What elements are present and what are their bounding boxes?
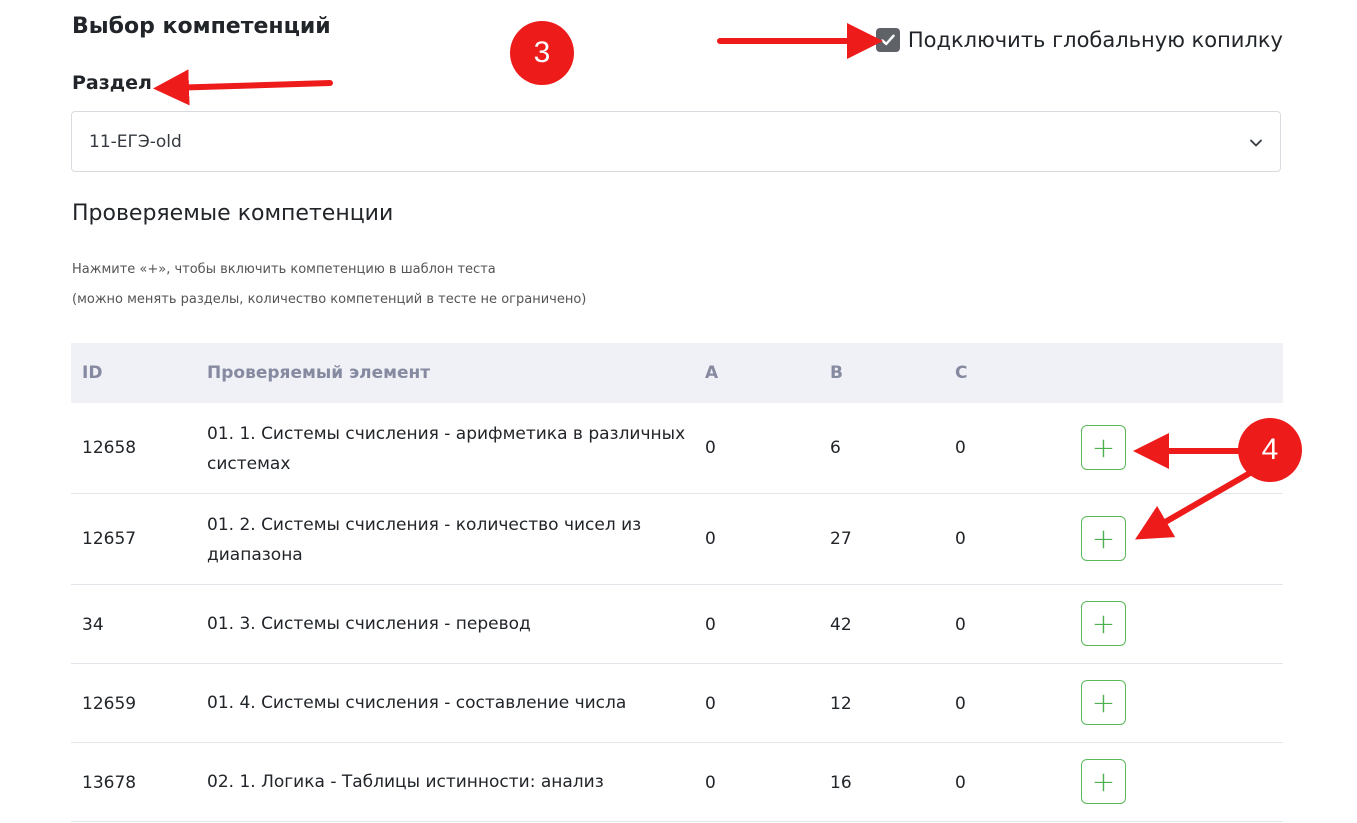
col-a: A	[705, 363, 719, 383]
plus-icon: +	[1091, 606, 1116, 640]
table-row: 34 01. 3. Системы счисления - перевод 0 …	[71, 585, 1283, 664]
check-icon	[881, 34, 895, 46]
row-c: 0	[955, 694, 966, 714]
arrow-to-section-label	[153, 69, 333, 106]
annotation-marker-3: 3	[510, 21, 574, 85]
plus-icon: +	[1091, 430, 1116, 464]
add-competency-button[interactable]: +	[1081, 759, 1126, 804]
row-a: 0	[705, 529, 716, 549]
global-bank-label: Подключить глобальную копилку	[907, 28, 1283, 52]
table-row: 12658 01. 1. Системы счисления - арифмет…	[71, 403, 1283, 494]
col-c: C	[955, 363, 968, 383]
add-competency-button[interactable]: +	[1081, 425, 1126, 470]
col-id: ID	[82, 363, 103, 383]
row-c: 0	[955, 529, 966, 549]
col-b: B	[830, 363, 843, 383]
row-name: 01. 4. Системы счисления - составление ч…	[207, 693, 627, 713]
competencies-title: Проверяемые компетенции	[72, 201, 394, 226]
row-a: 0	[705, 438, 716, 458]
page-title: Выбор компетенций	[72, 14, 331, 39]
row-a: 0	[705, 694, 716, 714]
hint-note: (можно менять разделы, количество компет…	[72, 292, 587, 307]
add-competency-button[interactable]: +	[1081, 516, 1126, 561]
row-a: 0	[705, 773, 716, 793]
row-c: 0	[955, 615, 966, 635]
global-bank-checkbox[interactable]	[875, 28, 900, 52]
row-b: 12	[830, 694, 852, 714]
section-select-value: 11-ЕГЭ-old	[89, 131, 182, 152]
row-name: 01. 3. Системы счисления - перевод	[207, 614, 531, 634]
competencies-table: ID Проверяемый элемент A B C 12658 01. 1…	[71, 343, 1283, 822]
plus-icon: +	[1091, 764, 1116, 798]
plus-icon: +	[1091, 685, 1116, 719]
add-competency-button[interactable]: +	[1081, 601, 1126, 646]
section-select[interactable]: 11-ЕГЭ-old	[71, 111, 1281, 172]
row-id: 12657	[82, 529, 137, 549]
row-b: 27	[830, 529, 852, 549]
row-id: 34	[82, 615, 104, 635]
table-row: 13678 02. 1. Логика - Таблицы истинности…	[71, 743, 1283, 822]
row-b: 6	[830, 438, 841, 458]
hint-text: Нажмите «+», чтобы включить компетенцию …	[72, 262, 496, 277]
section-label: Раздел	[72, 72, 152, 94]
row-c: 0	[955, 438, 966, 458]
table-row: 12659 01. 4. Системы счисления - составл…	[71, 664, 1283, 743]
row-name: 01. 1. Системы счисления - арифметика в …	[207, 424, 686, 474]
row-name: 01. 2. Системы счисления - количество чи…	[207, 515, 642, 565]
row-b: 42	[830, 615, 852, 635]
annotation-marker-4: 4	[1238, 418, 1302, 482]
row-a: 0	[705, 615, 716, 635]
row-name: 02. 1. Логика - Таблицы истинности: анал…	[207, 772, 604, 792]
table-row: 12657 01. 2. Системы счисления - количес…	[71, 494, 1283, 585]
table-header: ID Проверяемый элемент A B C	[71, 343, 1283, 403]
row-c: 0	[955, 773, 966, 793]
add-competency-button[interactable]: +	[1081, 680, 1126, 725]
chevron-down-icon	[1250, 139, 1262, 147]
col-element: Проверяемый элемент	[207, 363, 431, 383]
row-id: 12659	[82, 694, 137, 714]
row-id: 13678	[82, 773, 137, 793]
plus-icon: +	[1091, 521, 1116, 555]
row-b: 16	[830, 773, 852, 793]
row-id: 12658	[82, 438, 137, 458]
global-bank-toggle[interactable]: Подключить глобальную копилку	[875, 28, 1283, 52]
